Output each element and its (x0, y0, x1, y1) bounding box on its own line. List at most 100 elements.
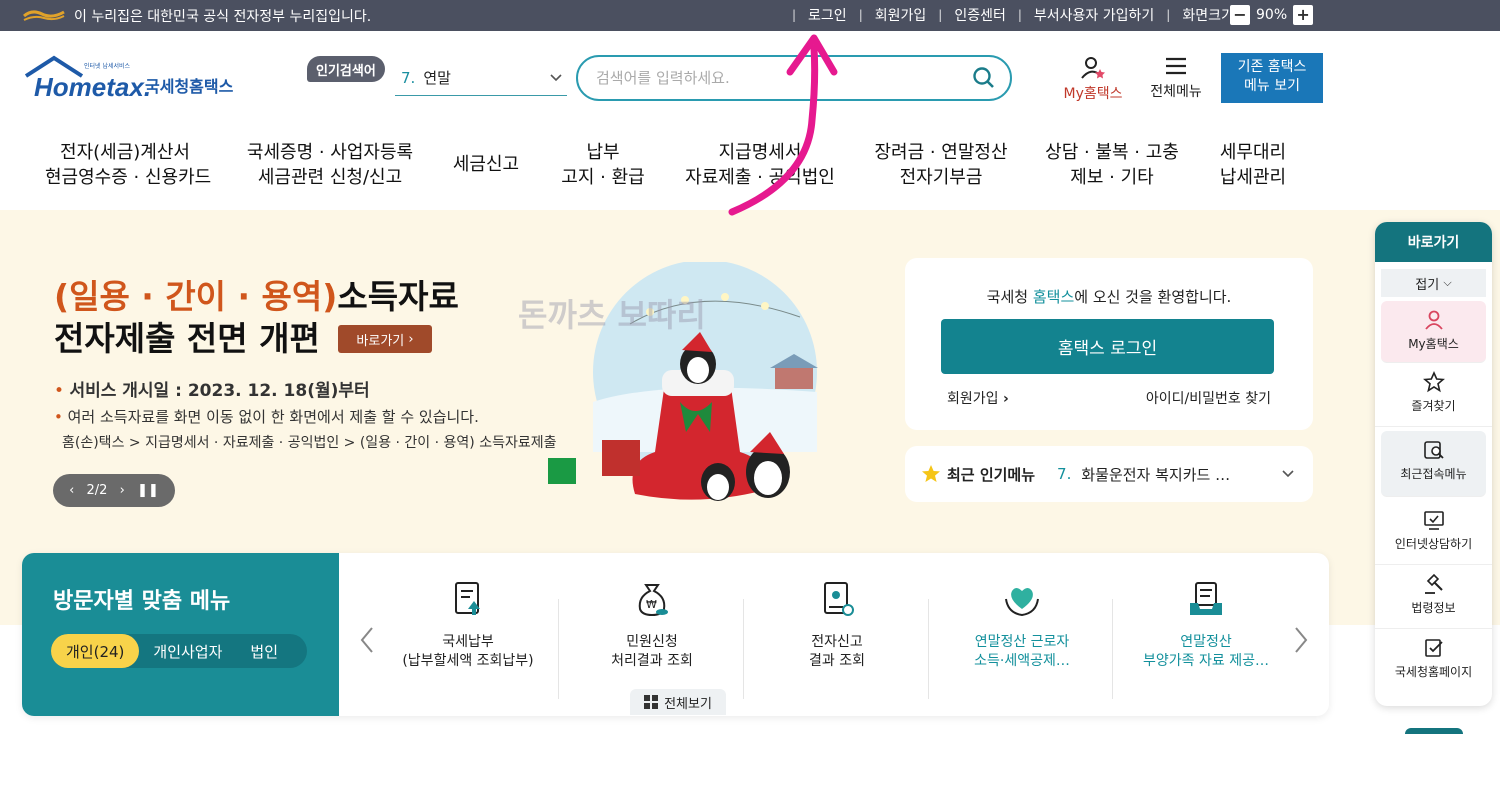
chevron-down-icon (550, 74, 562, 82)
visitor-item-line2: 처리결과 조회 (611, 653, 693, 669)
chevron-left-icon[interactable] (358, 625, 376, 655)
old-menu-line2: 메뉴 보기 (1244, 78, 1300, 94)
zoom-control: − 90% + (1230, 5, 1314, 25)
view-all-button[interactable]: 전체보기 (630, 689, 726, 715)
watermark-text: 돈까츠 보따리 (518, 296, 706, 334)
quick-favorites[interactable]: 즐겨찾기 (1375, 363, 1492, 427)
dept-user-join-link[interactable]: 부서사용자 가입하기 (1034, 5, 1154, 25)
my-hometax-button[interactable]: My홈택스 (1056, 55, 1130, 103)
gnb-line1: 납부 (586, 142, 620, 163)
quick-nts-homepage[interactable]: 국세청홈페이지 (1375, 629, 1492, 693)
zoom-in-button[interactable]: + (1293, 5, 1314, 25)
quick-recent-menu[interactable]: 최근접속메뉴 (1381, 431, 1486, 497)
cert-center-link[interactable]: 인증센터 (954, 5, 1006, 25)
scroll-top-tab[interactable] (1405, 728, 1463, 734)
visitor-item-line2: 소득·세액공제… (974, 653, 1070, 669)
find-id-password-link[interactable]: 아이디/비밀번호 찾기 (1146, 388, 1271, 408)
gnb-line2: 전자기부금 (899, 167, 983, 188)
logo-word: Hometax. (34, 72, 151, 102)
gnb-line2: 세금관련 신청/신고 (257, 167, 403, 188)
slide-control: ‹ 2/2 › ❚❚ (53, 474, 175, 507)
visitor-item-line2: 결과 조회 (809, 653, 865, 669)
visitor-item-line1: 연말정산 근로자 (974, 634, 1070, 650)
fold-button[interactable]: 접기 ⌵ (1381, 269, 1486, 297)
slide-counter: 2/2 (86, 483, 108, 498)
visitor-menu-item[interactable]: 연말정산 근로자 소득·세액공제… (930, 579, 1114, 671)
recent-search-icon (1423, 441, 1444, 459)
welcome-pre: 국세청 (986, 288, 1033, 306)
card-join-link[interactable]: 회원가입 › (947, 388, 1009, 408)
welcome-highlight: 홈택스 (1032, 288, 1075, 306)
gnb-line1: 국세증명 · 사업자등록 (246, 142, 414, 163)
gnb-tax-agent[interactable]: 세무대리 납세관리 (1210, 140, 1296, 190)
tab-corporation[interactable]: 법인 (236, 641, 292, 662)
slide-pause-icon[interactable]: ❚❚ (137, 483, 159, 498)
welcome-post: 에 오신 것을 환영합니다. (1074, 288, 1232, 306)
visitor-menu-item[interactable]: 연말정산 부양가족 자료 제공… (1114, 579, 1298, 671)
gnb-line1: 상담 · 불복 · 고충 (1045, 142, 1179, 163)
tab-individual[interactable]: 개인(24) (51, 634, 140, 668)
chevron-right-icon: › (408, 331, 414, 347)
fold-label: 접기 (1415, 277, 1440, 293)
divider (743, 599, 744, 699)
quick-law-info[interactable]: 법령정보 (1375, 565, 1492, 629)
hero-desc-line: • 여러 소득자료를 화면 이동 없이 한 화면에서 제출 할 수 있습니다. (54, 408, 479, 426)
quick-menu-title: 바로가기 (1375, 222, 1492, 262)
chevron-down-icon (1282, 470, 1294, 478)
gnb-payment[interactable]: 납부 고지 · 환급 (553, 140, 653, 190)
quick-online-consult[interactable]: 인터넷상담하기 (1375, 501, 1492, 565)
popular-rank: 7. (401, 68, 416, 87)
grid-icon (644, 695, 659, 709)
hometax-main-page: 이 누리집은 대한민국 공식 전자정부 누리집입니다. | 로그인 | 회원가입… (0, 0, 1500, 800)
visitor-menu-item[interactable]: ₩ 민원신청 처리결과 조회 (560, 579, 744, 671)
popular-search-select[interactable]: 7. 연말 (395, 60, 567, 96)
visitor-menu-item[interactable]: 국세납부 (납부할세액 조회납부) (376, 579, 560, 671)
chevron-right-icon[interactable] (1292, 625, 1310, 655)
divider (928, 599, 929, 699)
hamburger-icon (1166, 57, 1186, 75)
popular-menu-item: 화물운전자 복지카드 … (1081, 465, 1231, 484)
popular-menu-rank: 7. (1057, 465, 1072, 483)
join-link[interactable]: 회원가입 (875, 5, 927, 25)
hero-go-label: 바로가기 (356, 333, 405, 349)
gnb-line1: 세무대리 (1219, 142, 1287, 163)
gnb-einvoice[interactable]: 전자(세금)계산서 현금영수증 · 신용카드 (45, 140, 211, 190)
hero-go-button[interactable]: 바로가기 › (338, 325, 432, 353)
quick-item-label: 법령정보 (1411, 601, 1456, 615)
divider (558, 599, 559, 699)
old-menu-line1: 기존 홈택스 (1237, 59, 1307, 75)
visitor-item-line1: 국세납부 (442, 634, 494, 650)
quick-my-hometax[interactable]: My홈택스 (1381, 301, 1486, 363)
quick-menu: 바로가기 접기 ⌵ My홈택스 즐겨찾기 최근접속메뉴 인터넷상담하기 법령정보… (1375, 222, 1492, 706)
screen-size-label: 화면크기 (1182, 8, 1234, 24)
visitor-item-line2: 부양가족 자료 제공… (1143, 653, 1269, 669)
visitor-menu-item[interactable]: 전자신고 결과 조회 (745, 579, 929, 671)
search-icon[interactable] (972, 66, 996, 90)
hero-desc-text: 여러 소득자료를 화면 이동 없이 한 화면에서 제출 할 수 있습니다. (67, 408, 479, 426)
slide-next-icon[interactable]: › (120, 483, 125, 498)
logo-small: 인터넷 납세서비스 (84, 62, 131, 70)
login-link[interactable]: 로그인 (808, 5, 847, 25)
gnb-incentive[interactable]: 장려금 · 연말정산 전자기부금 (870, 140, 1012, 190)
gnb-certificate[interactable]: 국세증명 · 사업자등록 세금관련 신청/신고 (245, 140, 415, 190)
gnb-consult[interactable]: 상담 · 불복 · 고충 제보 · 기타 (1042, 140, 1182, 190)
gnb-line2: 납세관리 (1219, 167, 1287, 188)
document-check-icon (1424, 639, 1443, 657)
quick-item-label: 즐겨찾기 (1411, 399, 1456, 413)
quick-item-label: My홈택스 (1408, 337, 1459, 351)
visitor-menu-title: 방문자별 맞춤 메뉴 (53, 589, 231, 614)
zoom-out-button[interactable]: − (1230, 5, 1250, 25)
recent-popular-menu[interactable]: 최근 인기메뉴 7. 화물운전자 복지카드 … (905, 446, 1313, 502)
old-menu-button[interactable]: 기존 홈택스 메뉴 보기 (1221, 53, 1323, 103)
gnb-line1: 장려금 · 연말정산 (874, 142, 1008, 163)
visitor-menu-header: 방문자별 맞춤 메뉴 개인(24) 개인사업자 법인 (22, 553, 339, 716)
hometax-login-button[interactable]: 홈택스 로그인 (941, 319, 1274, 374)
hero-path-line: 홈(손)택스 > 지급명세서 · 자료제출 · 공익법인 > (일용 · 간이 … (62, 435, 557, 451)
slide-prev-icon[interactable]: ‹ (69, 483, 74, 498)
hero-date-text: 서비스 개시일 : 2023. 12. 18(월)부터 (69, 381, 370, 401)
hero-title-accent: (일용 · 간이 · 용역) (54, 277, 338, 316)
all-menu-button[interactable]: 전체메뉴 (1143, 55, 1209, 101)
svg-text:₩: ₩ (646, 598, 657, 611)
tab-sole-proprietor[interactable]: 개인사업자 (139, 641, 236, 662)
gnb-tax-report[interactable]: 세금신고 (446, 152, 526, 177)
